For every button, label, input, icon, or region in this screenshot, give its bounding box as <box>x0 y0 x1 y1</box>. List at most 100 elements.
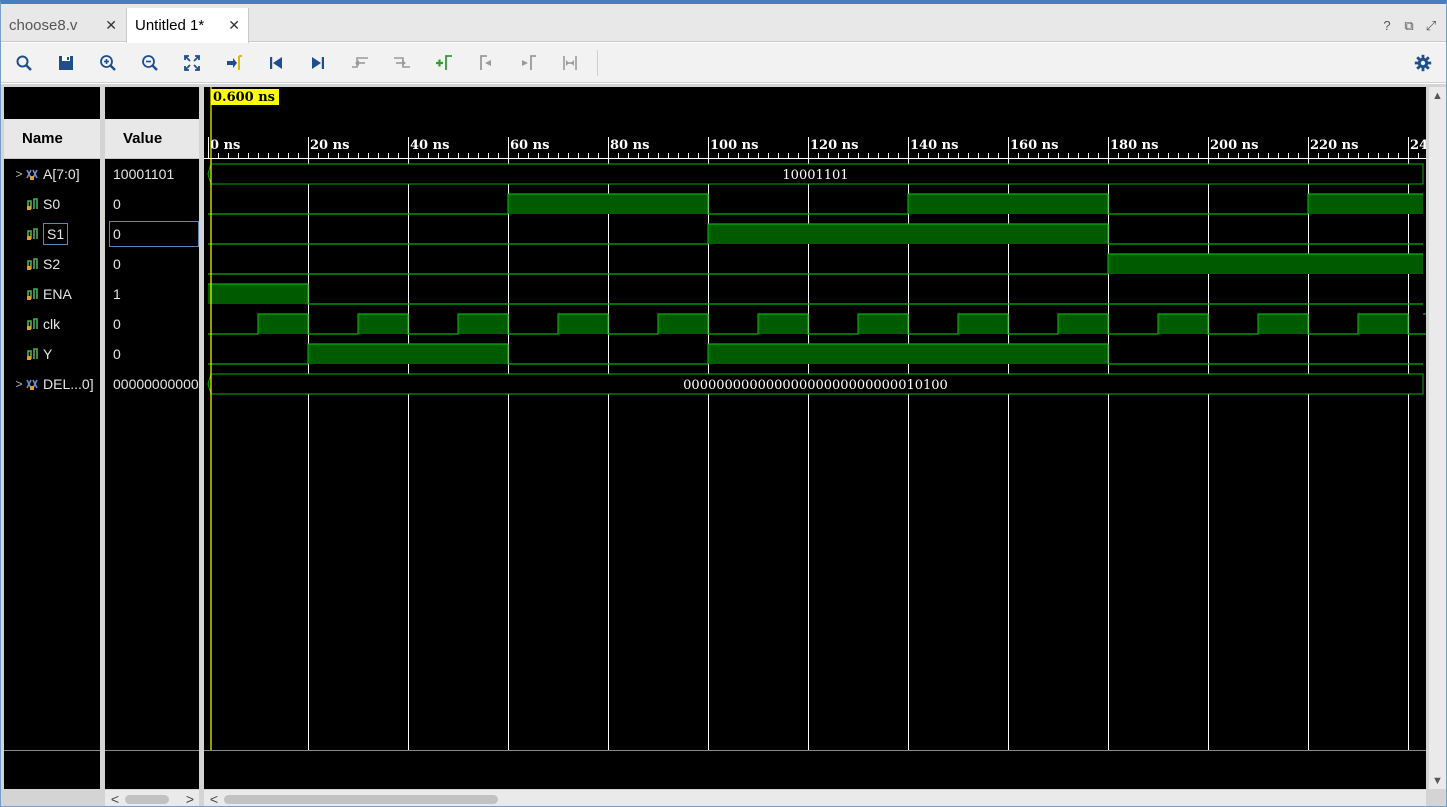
time-tick-label: 100 ns <box>710 138 758 153</box>
chevron-right-icon[interactable]: > <box>12 167 26 181</box>
waveform-horizontal-scrollbar[interactable]: < <box>204 790 1426 806</box>
signal-row-y[interactable]: Y <box>4 339 100 369</box>
signal-row-clk[interactable]: clk <box>4 309 100 339</box>
high-level-fill <box>1108 254 1423 274</box>
high-level-fill <box>1258 314 1308 334</box>
settings-button[interactable] <box>1408 48 1438 78</box>
signal-value-row[interactable]: 10001101 <box>105 159 199 189</box>
scroll-left-icon[interactable]: < <box>206 790 222 806</box>
signal-row-s1[interactable]: S1 <box>4 219 100 249</box>
signal-value-row[interactable]: 0 <box>105 189 199 219</box>
name-column-header[interactable]: Name <box>4 119 100 159</box>
next-transition-button[interactable] <box>387 48 417 78</box>
close-icon[interactable]: ✕ <box>228 17 240 34</box>
high-level-fill <box>908 194 1108 214</box>
go-to-time-zero-icon <box>270 56 282 69</box>
signal-row-ena[interactable]: ENA <box>4 279 100 309</box>
scroll-thumb[interactable] <box>224 795 498 804</box>
chevron-right-icon[interactable]: > <box>12 377 26 391</box>
scroll-left-icon[interactable]: < <box>107 790 123 806</box>
maximize-icon[interactable]: ⤢ <box>1424 18 1438 34</box>
signal-value-row[interactable]: 0 <box>105 309 199 339</box>
panel-divider <box>4 750 100 751</box>
signal-row-s2[interactable]: S2 <box>4 249 100 279</box>
bit-signal-icon <box>26 227 40 241</box>
help-icon[interactable]: ? <box>1380 18 1394 34</box>
values-horizontal-scrollbar[interactable]: < > <box>105 790 199 806</box>
next-marker-button[interactable] <box>513 48 543 78</box>
bit-signal-icon <box>26 197 40 211</box>
high-level-fill <box>658 314 708 334</box>
scroll-thumb[interactable] <box>125 795 169 804</box>
tab-label: Untitled 1* <box>135 17 205 34</box>
swap-cursors-button[interactable] <box>555 48 585 78</box>
waveform-viewer: Name > A[7:0] S0 S1 S2 ENA clk Y > DEL...0] Value… <box>1 84 1446 806</box>
go-to-cursor-icon <box>227 54 242 70</box>
high-level-fill <box>1308 194 1423 214</box>
zoom-out-button[interactable] <box>135 48 165 78</box>
signal-value-row[interactable]: 0 <box>105 249 199 279</box>
signal-name: S2 <box>43 256 61 272</box>
time-tick-label: 160 ns <box>1010 138 1058 153</box>
add-marker-icon <box>436 54 452 70</box>
zoom-in-button[interactable] <box>93 48 123 78</box>
vertical-scrollbar[interactable]: ▲ ▼ <box>1429 87 1446 789</box>
high-level-fill <box>958 314 1008 334</box>
signal-name: ENA <box>43 286 72 302</box>
bit-signal-icon <box>26 317 40 331</box>
go-to-last-time-icon <box>312 56 324 69</box>
panel-divider <box>105 750 199 751</box>
signal-value-row[interactable]: 00000000000 <box>105 369 199 399</box>
go-to-last-time-button[interactable] <box>303 48 333 78</box>
high-level-fill <box>1158 314 1208 334</box>
signal-waveform[interactable] <box>208 193 1423 215</box>
scroll-down-icon[interactable]: ▼ <box>1429 772 1446 789</box>
value-column-header[interactable]: Value <box>105 119 199 159</box>
signal-value-row[interactable]: 0 <box>105 219 199 249</box>
waveform-window: choose8.v ✕ Untitled 1* ✕ ? ⧉ ⤢ Name > A… <box>0 0 1447 807</box>
save-button[interactable] <box>51 48 81 78</box>
zoom-fit-button[interactable] <box>177 48 207 78</box>
signal-waveform[interactable] <box>208 283 1423 305</box>
bit-signal-icon <box>26 257 40 271</box>
signal-row-del-0[interactable]: > DEL...0] <box>4 369 100 399</box>
previous-marker-button[interactable] <box>471 48 501 78</box>
tab-untitled[interactable]: Untitled 1* ✕ <box>126 8 249 43</box>
high-level-fill <box>308 344 508 364</box>
signal-value-row[interactable]: 0 <box>105 339 199 369</box>
go-to-time-zero-button[interactable] <box>261 48 291 78</box>
time-tick-label: 240 ns <box>1410 138 1426 153</box>
restore-icon[interactable]: ⧉ <box>1402 18 1416 34</box>
next-transition-icon <box>394 56 410 68</box>
signal-row-s0[interactable]: S0 <box>4 189 100 219</box>
previous-transition-button[interactable] <box>345 48 375 78</box>
signal-values-panel[interactable]: Value 10001101 0 0 0 1 0 0 00000000000 <box>105 87 199 789</box>
time-tick-label: 180 ns <box>1110 138 1158 153</box>
zoom-fit-icon <box>184 54 200 71</box>
close-icon[interactable]: ✕ <box>105 17 117 34</box>
search-button[interactable] <box>9 48 39 78</box>
toolbar <box>1 43 1446 83</box>
add-marker-button[interactable] <box>429 48 459 78</box>
bus-signal-icon <box>26 377 40 391</box>
time-tick-label: 60 ns <box>510 138 549 153</box>
next-marker-icon <box>522 54 536 70</box>
tab-choose8[interactable]: choose8.v ✕ <box>1 8 125 42</box>
zoom-in-icon <box>100 54 116 71</box>
scroll-right-icon[interactable]: > <box>182 790 198 806</box>
signal-value-row[interactable]: 1 <box>105 279 199 309</box>
high-level-fill <box>858 314 908 334</box>
signal-row-a-7-0[interactable]: > A[7:0] <box>4 159 100 189</box>
previous-transition-icon <box>352 56 368 68</box>
waveform-canvas[interactable]: 0 ns 20 ns 40 ns 60 ns 80 ns 100 ns 120 ns 140 … <box>204 87 1426 789</box>
go-to-cursor-button[interactable] <box>219 48 249 78</box>
signal-name: DEL...0] <box>43 376 94 392</box>
cursor-time-label: 0.600 ns <box>213 90 275 105</box>
bit-signal-icon <box>26 347 40 361</box>
signal-names-panel[interactable]: Name > A[7:0] S0 S1 S2 ENA clk Y > DEL...0] <box>4 87 100 789</box>
previous-marker-icon <box>480 54 491 70</box>
high-level-fill <box>1358 314 1408 334</box>
scroll-up-icon[interactable]: ▲ <box>1429 87 1446 104</box>
waveform-svg[interactable]: 0 ns 20 ns 40 ns 60 ns 80 ns 100 ns 120 ns 140 … <box>204 87 1426 789</box>
search-icon <box>16 55 32 71</box>
